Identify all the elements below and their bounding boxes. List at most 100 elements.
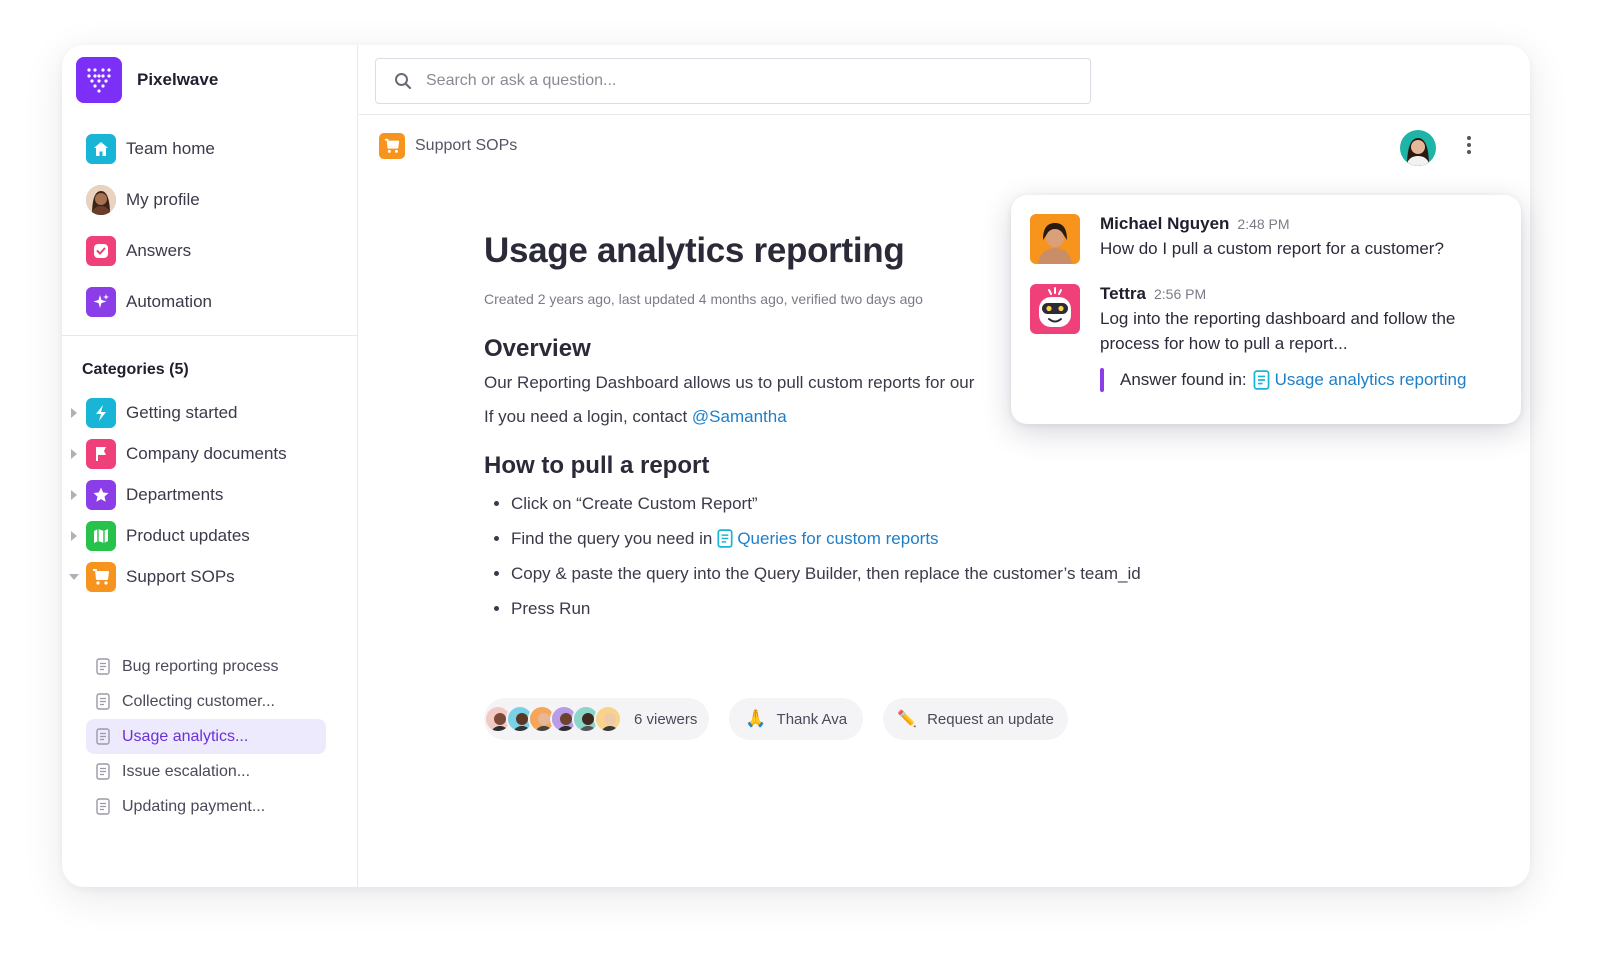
breadcrumb-label: Support SOPs — [415, 137, 518, 154]
category-getting-started[interactable]: Getting started — [66, 392, 346, 433]
main-nav: Team home My profile Answers Automation — [86, 123, 348, 327]
nav-item-team-home[interactable]: Team home — [86, 123, 348, 174]
cart-icon — [86, 561, 116, 592]
message-header: Tettra 2:56 PM — [1100, 284, 1490, 304]
article-footer: 6 viewers 🙏 Thank Ava ✏️ Request an upda… — [484, 698, 1088, 740]
search-icon — [395, 73, 412, 90]
request-label: Request an update — [927, 710, 1054, 728]
chat-message: Michael Nguyen 2:48 PM How do I pull a c… — [1030, 214, 1444, 264]
nav-item-automation[interactable]: Automation — [86, 276, 348, 327]
nav-label: Automation — [126, 291, 212, 311]
nav-label: Team home — [126, 138, 215, 158]
header-divider — [359, 114, 1530, 115]
doc-item[interactable]: Bug reporting process — [86, 649, 326, 684]
chat-popup: Michael Nguyen 2:48 PM How do I pull a c… — [1011, 195, 1521, 424]
doc-label: Bug reporting process — [122, 657, 279, 675]
nav-label: My profile — [126, 189, 200, 209]
search-bar[interactable] — [375, 58, 1091, 104]
doc-item[interactable]: Updating payment... — [86, 789, 326, 824]
pencil-icon: ✏️ — [897, 711, 918, 728]
message-author: Tettra — [1100, 284, 1146, 303]
message-body: Michael Nguyen 2:48 PM How do I pull a c… — [1100, 214, 1444, 264]
thank-button[interactable]: 🙏 Thank Ava — [729, 698, 864, 740]
message-author: Michael Nguyen — [1100, 214, 1230, 233]
answer-accent-bar — [1100, 368, 1104, 392]
doc-item-active[interactable]: Usage analytics... — [86, 719, 326, 754]
category-label: Departments — [126, 484, 224, 504]
queries-link[interactable]: Queries for custom reports — [717, 528, 939, 549]
doc-label: Updating payment... — [122, 797, 266, 815]
document-icon — [1253, 370, 1270, 390]
document-icon — [717, 529, 733, 548]
message-header: Michael Nguyen 2:48 PM — [1100, 214, 1444, 234]
step-text: Find the query you need in — [511, 528, 713, 548]
answers-icon — [86, 235, 116, 266]
document-icon — [96, 798, 110, 815]
category-company-documents[interactable]: Company documents — [66, 433, 346, 474]
bolt-icon — [86, 397, 116, 428]
caret-right-icon[interactable] — [66, 528, 82, 544]
message-body: Tettra 2:56 PM Log into the reporting da… — [1100, 284, 1490, 356]
doc-label: Issue escalation... — [122, 762, 251, 780]
avatar — [86, 184, 116, 215]
category-support-sops[interactable]: Support SOPs — [66, 556, 346, 597]
list-item: Click on “Create Custom Report” — [484, 486, 1264, 521]
category-product-updates[interactable]: Product updates — [66, 515, 346, 556]
answer-label: Answer found in: — [1120, 370, 1247, 389]
message-text: How do I pull a custom report for a cust… — [1100, 239, 1444, 258]
category-label: Getting started — [126, 402, 238, 422]
avatar — [1030, 214, 1080, 264]
caret-down-icon[interactable] — [66, 569, 82, 585]
message-text: Log into the reporting dashboard and fol… — [1100, 309, 1456, 353]
caret-right-icon[interactable] — [66, 446, 82, 462]
document-icon — [96, 728, 110, 745]
chat-message: Tettra 2:56 PM Log into the reporting da… — [1030, 284, 1490, 356]
answer-source: Answer found in: Usage analytics reporti… — [1100, 368, 1466, 392]
message-time: 2:56 PM — [1153, 286, 1207, 302]
pray-hands-icon: 🙏 — [745, 709, 767, 728]
main-content: Support SOPs Usage analytics reporting C… — [359, 45, 1530, 887]
steps-list: Click on “Create Custom Report” Find the… — [484, 486, 1264, 626]
document-icon — [96, 763, 110, 780]
message-time: 2:48 PM — [1237, 216, 1290, 232]
queries-link-label: Queries for custom reports — [737, 528, 939, 548]
list-item: Copy & paste the query into the Query Bu… — [484, 556, 1264, 591]
sidebar-divider — [62, 335, 358, 336]
nav-label: Answers — [126, 240, 192, 260]
search-input[interactable] — [426, 72, 1066, 90]
tettra-bot-icon — [1030, 284, 1080, 334]
sidebar: Pixelwave Team home My profile Answers A… — [62, 45, 358, 887]
brand-name: Pixelwave — [137, 70, 219, 89]
category-list: Getting started Company documents Depart… — [66, 392, 346, 597]
brand[interactable]: Pixelwave — [76, 57, 218, 103]
caret-right-icon[interactable] — [66, 405, 82, 421]
category-label: Product updates — [126, 525, 250, 545]
doc-item[interactable]: Issue escalation... — [86, 754, 326, 789]
document-icon — [96, 658, 110, 675]
document-icon — [96, 693, 110, 710]
thank-label: Thank Ava — [776, 710, 848, 728]
request-update-button[interactable]: ✏️ Request an update — [883, 698, 1068, 740]
user-avatar[interactable] — [1400, 130, 1436, 166]
breadcrumb[interactable]: Support SOPs — [379, 133, 517, 159]
pixelwave-logo-icon — [76, 57, 122, 103]
step-text: Click on “Create Custom Report” — [511, 493, 758, 513]
answer-link-label: Usage analytics reporting — [1274, 370, 1467, 389]
nav-item-answers[interactable]: Answers — [86, 225, 348, 276]
doc-item[interactable]: Collecting customer... — [86, 684, 326, 719]
category-label: Support SOPs — [126, 566, 235, 586]
doc-list: Bug reporting process Collecting custome… — [86, 649, 326, 824]
list-item: Press Run — [484, 591, 1264, 626]
answer-link[interactable]: Usage analytics reporting — [1253, 370, 1467, 390]
category-departments[interactable]: Departments — [66, 474, 346, 515]
list-item: Find the query you need in Queries for c… — [484, 521, 1264, 556]
viewers-pill[interactable]: 6 viewers — [484, 698, 710, 740]
more-options-icon[interactable] — [1463, 133, 1475, 157]
doc-label: Usage analytics... — [122, 727, 249, 745]
caret-right-icon[interactable] — [66, 487, 82, 503]
mention-samantha[interactable]: @Samantha — [692, 407, 787, 426]
cart-icon — [379, 133, 405, 159]
flag-icon — [86, 438, 116, 469]
howto-heading: How to pull a report — [484, 452, 710, 479]
nav-item-my-profile[interactable]: My profile — [86, 174, 348, 225]
